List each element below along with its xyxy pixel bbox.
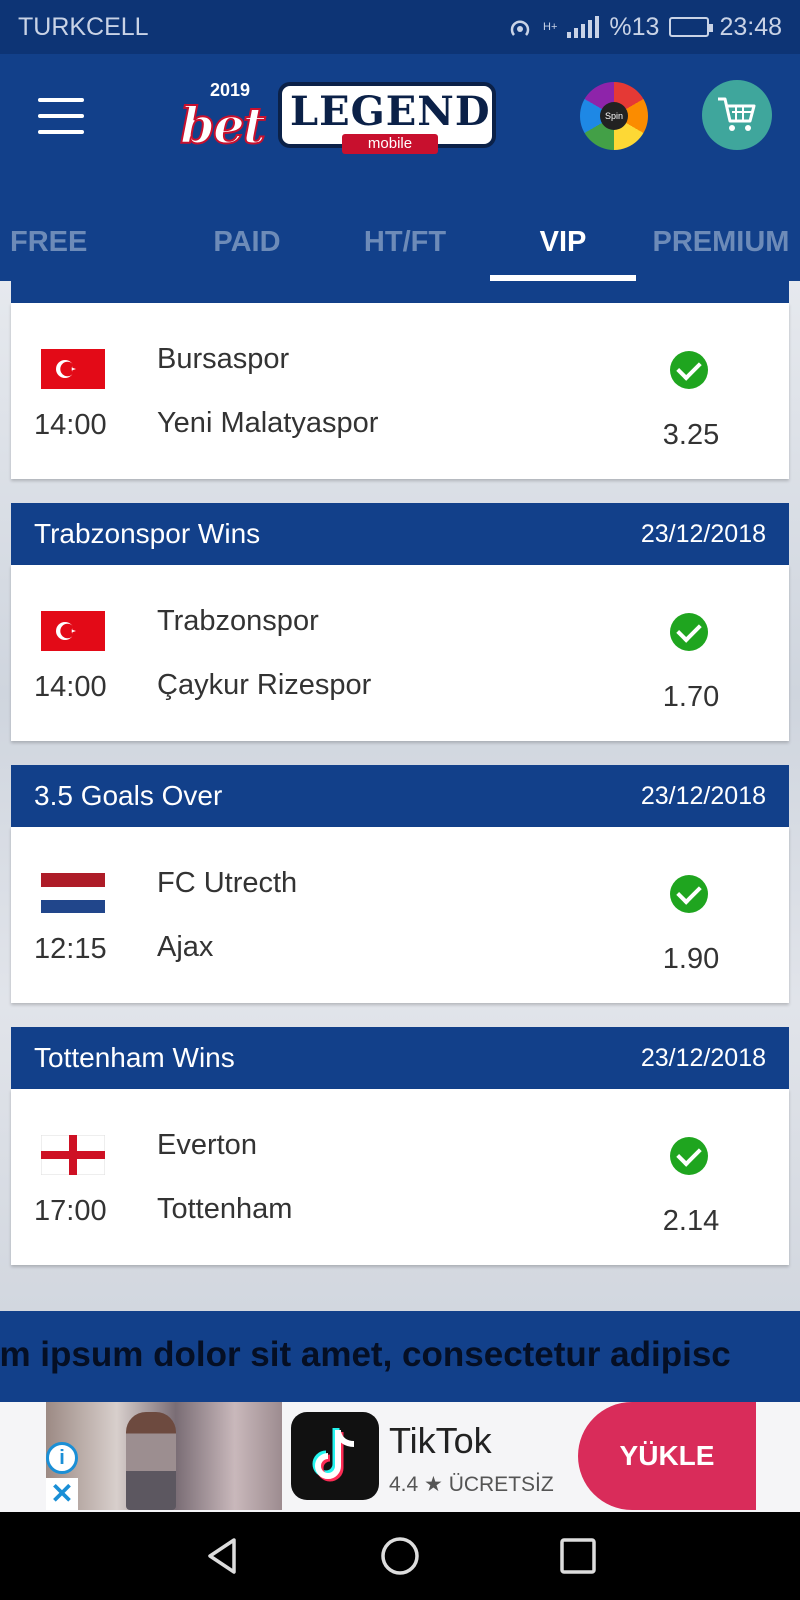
home-icon[interactable] bbox=[376, 1532, 424, 1580]
logo-mobile: mobile bbox=[342, 134, 438, 154]
home-team: Bursaspor bbox=[157, 343, 290, 375]
home-team: FC Utrecth bbox=[157, 867, 298, 899]
turkey-flag-icon bbox=[41, 349, 105, 389]
win-check-icon bbox=[670, 613, 708, 651]
tip-date: 23/12/2018 bbox=[640, 519, 766, 548]
tip-card[interactable]: Trabzonspor Wins 23/12/2018 14:00 Trabzo… bbox=[11, 503, 789, 741]
tip-card-body: 12:15 FC Utrecth Ajax 1.90 bbox=[11, 827, 789, 1003]
tip-title: 3.5 Goals Over bbox=[34, 780, 223, 811]
status-icons: H+ %13 23:48 bbox=[507, 13, 782, 42]
turkey-flag-icon bbox=[41, 611, 105, 651]
menu-icon[interactable] bbox=[38, 98, 84, 134]
tip-card[interactable]: 14:00 Bursaspor Yeni Malatyaspor 3.25 bbox=[11, 281, 789, 479]
england-flag-icon bbox=[41, 1135, 105, 1175]
tab-vip[interactable]: VIP bbox=[484, 212, 642, 281]
netherlands-flag-icon bbox=[41, 873, 105, 913]
match-time: 14:00 bbox=[34, 671, 107, 703]
odds-value: 1.90 bbox=[662, 943, 720, 975]
logo-legend: LEGEND bbox=[290, 88, 491, 135]
ad-info-icon[interactable]: i bbox=[46, 1442, 78, 1474]
ad-person-image bbox=[126, 1412, 176, 1510]
tip-card-body: 14:00 Trabzonspor Çaykur Rizespor 1.70 bbox=[11, 565, 789, 741]
away-team: Çaykur Rizespor bbox=[157, 669, 372, 701]
tip-card-body: 14:00 Bursaspor Yeni Malatyaspor 3.25 bbox=[11, 303, 789, 479]
away-team: Yeni Malatyaspor bbox=[157, 407, 379, 439]
odds-value: 3.25 bbox=[662, 419, 720, 451]
spin-wheel-button[interactable]: Spin bbox=[580, 82, 648, 150]
ticker-text: em ipsum dolor sit amet, consectetur adi… bbox=[0, 1335, 731, 1374]
tab-free[interactable]: FREE bbox=[0, 212, 168, 281]
tiktok-app-icon[interactable] bbox=[291, 1412, 379, 1500]
cart-button[interactable] bbox=[702, 80, 772, 150]
carrier-name: TURKCELL bbox=[18, 12, 149, 41]
tip-title: Trabzonspor Wins bbox=[34, 518, 261, 549]
tip-card-body: 17:00 Everton Tottenham 2.14 bbox=[11, 1089, 789, 1265]
hotspot-icon bbox=[510, 20, 530, 36]
home-team: Everton bbox=[157, 1129, 257, 1161]
signal-icon bbox=[567, 16, 600, 38]
news-ticker: em ipsum dolor sit amet, consectetur adi… bbox=[0, 1311, 800, 1402]
network-type: H+ bbox=[543, 21, 558, 33]
category-tabs: FREE PAID HT/FT VIP PREMIUM bbox=[0, 212, 800, 281]
tip-card[interactable]: 3.5 Goals Over 23/12/2018 12:15 FC Utrec… bbox=[11, 765, 789, 1003]
home-team: Trabzonspor bbox=[157, 605, 319, 637]
ad-install-button[interactable]: YÜKLE bbox=[578, 1402, 756, 1510]
win-check-icon bbox=[670, 1137, 708, 1175]
win-check-icon bbox=[670, 351, 708, 389]
logo-bet: bet bbox=[179, 95, 267, 156]
battery-icon bbox=[669, 17, 714, 37]
app-logo: 2019 bet LEGEND mobile bbox=[179, 78, 510, 160]
tips-list[interactable]: 14:00 Bursaspor Yeni Malatyaspor 3.25 Tr… bbox=[0, 281, 800, 1311]
away-team: Ajax bbox=[157, 931, 214, 963]
tab-premium[interactable]: PREMIUM bbox=[642, 212, 800, 281]
tip-card-header: Tottenham Wins 23/12/2018 bbox=[11, 1027, 789, 1089]
ad-app-name[interactable]: TikTok bbox=[389, 1420, 492, 1462]
ad-rating: 4.4 ★ ÜCRETSİZ bbox=[389, 1473, 554, 1496]
logo-legend-box: LEGEND mobile bbox=[278, 82, 496, 154]
match-time: 14:00 bbox=[34, 409, 107, 441]
odds-value: 2.14 bbox=[662, 1205, 720, 1237]
tab-paid[interactable]: PAID bbox=[168, 212, 326, 281]
tip-card-header: 3.5 Goals Over 23/12/2018 bbox=[11, 765, 789, 827]
tip-date: 23/12/2018 bbox=[640, 781, 766, 810]
clock: 23:48 bbox=[719, 12, 782, 41]
battery-percent: %13 bbox=[609, 12, 660, 41]
tip-card[interactable]: Tottenham Wins 23/12/2018 17:00 Everton … bbox=[11, 1027, 789, 1265]
ad-close-icon[interactable]: ✕ bbox=[46, 1478, 78, 1510]
tiktok-logo-icon bbox=[312, 1428, 355, 1482]
tip-title: Tottenham Wins bbox=[34, 1042, 235, 1073]
tip-card-header bbox=[11, 281, 789, 303]
ad-banner[interactable]: i ✕ TikTok 4.4 ★ ÜCRETSİZ YÜKLE bbox=[0, 1402, 800, 1512]
odds-value: 1.70 bbox=[662, 681, 720, 713]
app-bar: 2019 bet LEGEND mobile Spin FREE PAID HT… bbox=[0, 54, 800, 281]
shopping-cart-icon bbox=[718, 97, 756, 131]
system-nav-bar bbox=[0, 1512, 800, 1600]
spin-label: Spin bbox=[600, 102, 628, 130]
away-team: Tottenham bbox=[157, 1193, 293, 1225]
status-bar: TURKCELL H+ %13 23:48 bbox=[0, 0, 800, 54]
recents-icon[interactable] bbox=[554, 1532, 602, 1580]
tip-card-header: Trabzonspor Wins 23/12/2018 bbox=[11, 503, 789, 565]
match-time: 17:00 bbox=[34, 1195, 107, 1227]
ad-image[interactable] bbox=[46, 1402, 282, 1510]
tip-date: 23/12/2018 bbox=[640, 1043, 766, 1072]
win-check-icon bbox=[670, 875, 708, 913]
match-time: 12:15 bbox=[34, 933, 107, 965]
back-icon[interactable] bbox=[198, 1532, 246, 1580]
tab-htft[interactable]: HT/FT bbox=[326, 212, 484, 281]
